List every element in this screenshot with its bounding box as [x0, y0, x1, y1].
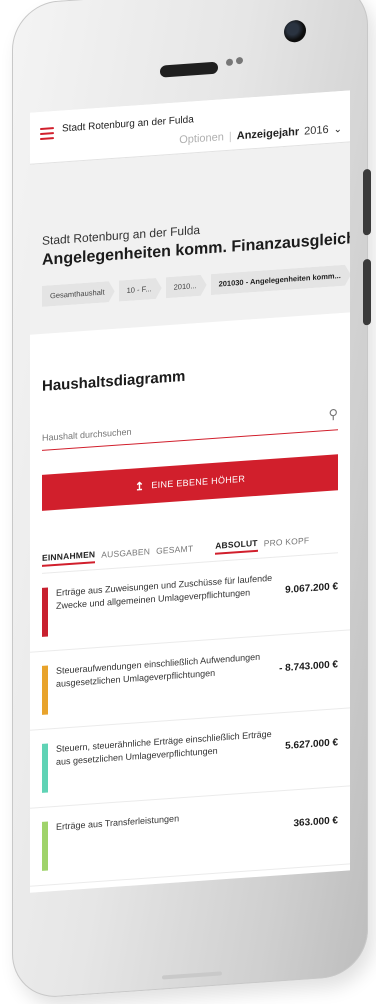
budget-list: Erträge aus Zuweisungen und Zuschüsse fü…: [30, 552, 350, 887]
level-up-button[interactable]: ↥ EINE EBENE HÖHER: [42, 454, 338, 511]
list-item-label: Steueraufwendungen einschließlich Aufwen…: [56, 651, 261, 689]
app-title: Stadt Rotenburg an der Fulda: [62, 114, 194, 135]
year-select[interactable]: 2016: [304, 124, 328, 138]
list-item-label: Erträge aus Transferleistungen: [56, 813, 180, 832]
breadcrumb-item[interactable]: Gesamthaushalt: [42, 281, 115, 307]
list-item-value: 9.067.200 €: [285, 581, 338, 596]
phone-screen: Stadt Rotenburg an der Fulda Optionen | …: [30, 90, 350, 893]
search-icon[interactable]: ⚲: [328, 406, 338, 423]
tab-pro-kopf[interactable]: PRO KOPF: [264, 535, 310, 550]
category-color-bar: [42, 587, 48, 637]
options-divider: |: [228, 130, 232, 143]
list-item-label: Erträge aus Zuweisungen und Zuschüsse fü…: [56, 572, 273, 611]
breadcrumb-item[interactable]: 2010...: [166, 274, 207, 298]
year-label: Anzeigejahr: [236, 125, 300, 143]
chevron-down-icon[interactable]: ⌄: [334, 123, 342, 135]
tab-absolut[interactable]: ABSOLUT: [215, 537, 258, 555]
tab-einnahmen[interactable]: EINNAHMEN: [42, 549, 96, 567]
tab-ausgaben[interactable]: AUSGABEN: [101, 546, 150, 561]
category-color-bar: [42, 821, 48, 871]
page-hero: Stadt Rotenburg an der Fulda Angelegenhe…: [30, 142, 350, 335]
category-color-bar: [42, 743, 48, 793]
search-input[interactable]: [42, 402, 338, 443]
header-options: Optionen | Anzeigejahr 2016 ⌄: [179, 123, 342, 146]
arrow-up-icon: ↥: [134, 480, 145, 493]
level-up-label: EINE EBENE HÖHER: [151, 473, 246, 491]
tab-gesamt[interactable]: GESAMT: [156, 543, 193, 558]
section-title: Haushaltsdiagramm: [42, 367, 186, 395]
phone-frame: Stadt Rotenburg an der Fulda Optionen | …: [12, 0, 371, 1000]
proximity-sensor: [226, 58, 233, 67]
search-box: ⚲: [42, 402, 338, 451]
breadcrumb-item[interactable]: 10 - F...: [119, 278, 162, 302]
volume-button: [363, 168, 371, 236]
category-color-bar: [42, 665, 48, 715]
light-sensor: [236, 56, 243, 65]
options-link[interactable]: Optionen: [179, 131, 224, 146]
breadcrumb-item-current[interactable]: 201030 - Angelegenheiten komm...: [211, 264, 350, 295]
front-camera: [284, 19, 306, 43]
bottom-edge: [162, 971, 222, 980]
list-item-label: Steuern, steuerähnliche Erträge einschli…: [56, 728, 272, 767]
menu-icon[interactable]: [40, 127, 54, 141]
breadcrumb: Gesamthaushalt 10 - F... 2010... 201030 …: [42, 265, 338, 307]
list-item-value: 5.627.000 €: [285, 737, 338, 752]
earpiece-speaker: [160, 61, 218, 78]
list-item-value: 363.000 €: [293, 815, 339, 830]
power-button: [363, 258, 371, 326]
list-item-value: - 8.743.000 €: [279, 659, 338, 675]
